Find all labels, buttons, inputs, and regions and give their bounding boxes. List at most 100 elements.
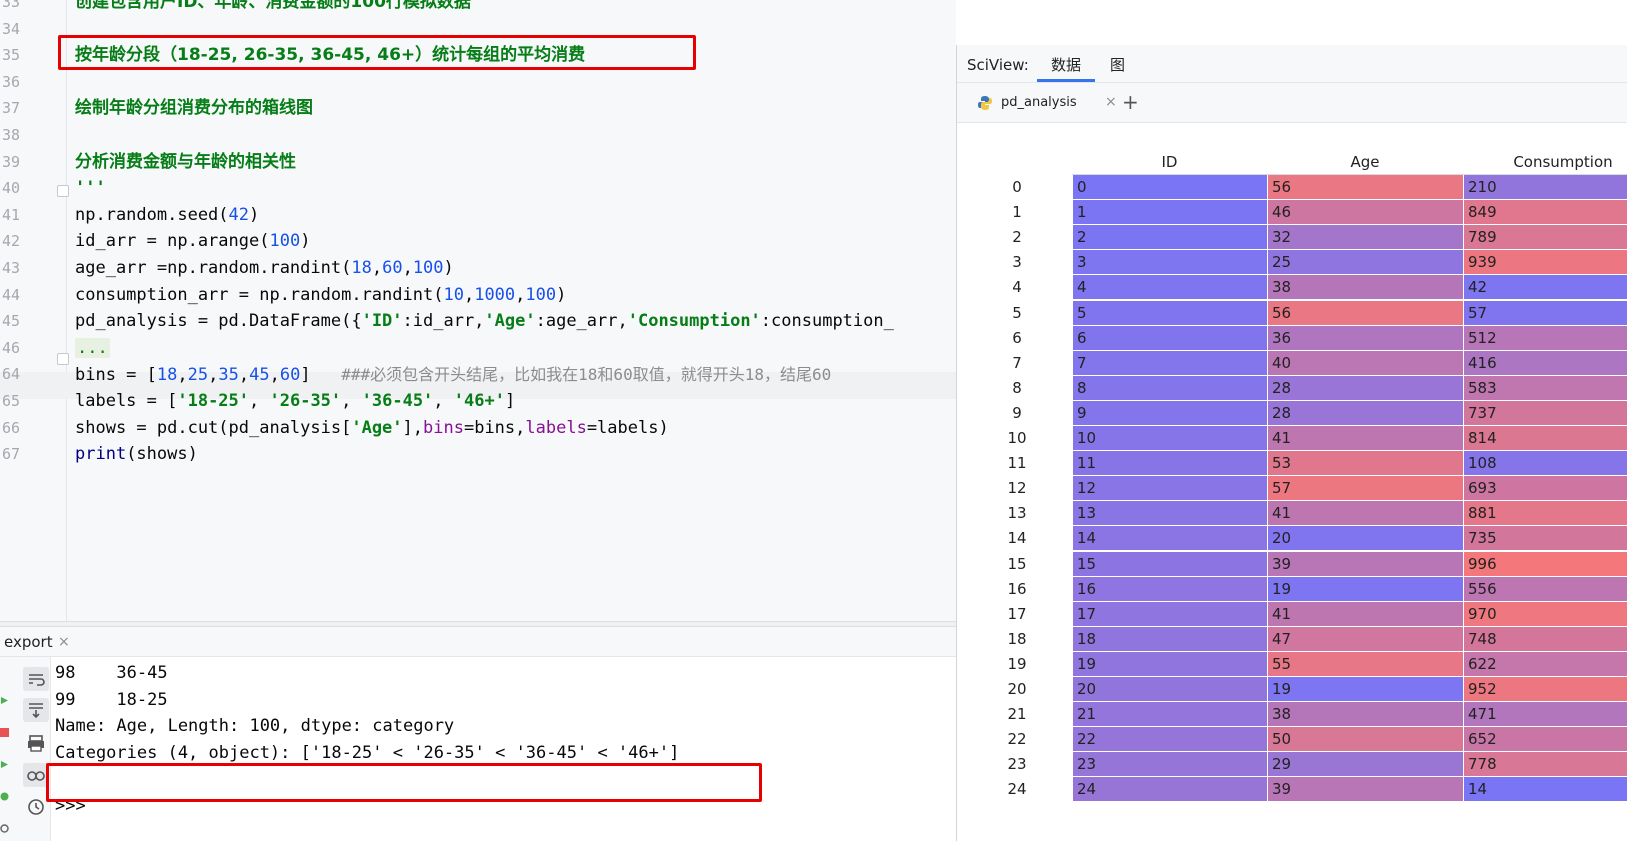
table-row[interactable]: 1 1 46 849 (987, 200, 1627, 225)
code-line[interactable]: 44 consumption_arr = np.random.randint(10… (0, 282, 956, 309)
table-cell-id[interactable]: 12 (1072, 476, 1267, 501)
table-cell-age[interactable]: 47 (1267, 626, 1463, 651)
table-row[interactable]: 7 7 40 416 (987, 350, 1627, 376)
rerun-icon[interactable] (0, 696, 9, 705)
table-cell-id[interactable]: 19 (1072, 651, 1267, 676)
close-icon[interactable]: × (58, 627, 70, 657)
table-cell-consumption[interactable]: 996 (1463, 551, 1627, 576)
table-cell-id[interactable]: 1 (1072, 200, 1267, 225)
code-editor[interactable]: 33 创建包含用户ID、年龄、消费金额的100行模拟数据 34 35 按年龄分段（18-… (0, 0, 956, 621)
table-cell-consumption[interactable]: 583 (1463, 375, 1627, 400)
table-row[interactable]: 17 17 41 970 (987, 601, 1627, 627)
table-cell-consumption[interactable]: 748 (1463, 626, 1627, 651)
code-line[interactable]: 42 id_arr = np.arange(100) (0, 228, 956, 255)
table-row[interactable]: 2 2 32 789 (987, 225, 1627, 250)
code-line[interactable]: 33 创建包含用户ID、年龄、消费金额的100行模拟数据 (0, 0, 956, 16)
table-cell-consumption[interactable]: 622 (1463, 651, 1627, 676)
table-cell-age[interactable]: 19 (1267, 576, 1463, 601)
code-line[interactable]: 65 labels = ['18-25', '26-35', '36-45', '… (0, 388, 956, 415)
table-row[interactable]: 0 0 56 210 (987, 175, 1627, 200)
table-cell-consumption[interactable]: 108 (1463, 451, 1627, 476)
column-header-id[interactable]: ID (1072, 149, 1267, 175)
table-row[interactable]: 23 23 29 778 (987, 752, 1627, 777)
table-cell-id[interactable]: 15 (1072, 551, 1267, 576)
table-cell-age[interactable]: 53 (1267, 451, 1463, 476)
table-row[interactable]: 19 19 55 622 (987, 651, 1627, 677)
table-cell-consumption[interactable]: 737 (1463, 400, 1627, 425)
table-cell-consumption[interactable]: 416 (1463, 350, 1627, 375)
code-line[interactable]: 43 age_arr =np.random.randint(18,60,100) (0, 255, 956, 282)
table-cell-age[interactable]: 25 (1267, 250, 1463, 275)
table-cell-age[interactable]: 41 (1267, 426, 1463, 450)
column-header-age[interactable]: Age (1267, 149, 1463, 175)
column-header-consumption[interactable]: Consumption (1463, 149, 1627, 175)
stop-icon[interactable] (0, 728, 9, 737)
table-cell-id[interactable]: 5 (1072, 300, 1267, 325)
table-cell-consumption[interactable]: 735 (1463, 526, 1627, 551)
table-cell-consumption[interactable]: 471 (1463, 702, 1627, 727)
table-cell-id[interactable]: 21 (1072, 702, 1267, 727)
table-cell-age[interactable]: 55 (1267, 651, 1463, 676)
table-cell-age[interactable]: 20 (1267, 526, 1463, 551)
table-cell-age[interactable]: 41 (1267, 501, 1463, 526)
table-cell-id[interactable]: 22 (1072, 727, 1267, 752)
table-cell-consumption[interactable]: 970 (1463, 601, 1627, 626)
table-cell-id[interactable]: 0 (1072, 175, 1267, 199)
table-cell-id[interactable]: 3 (1072, 250, 1267, 275)
table-row[interactable]: 4 4 38 42 (987, 275, 1627, 300)
code-line[interactable]: 36 (0, 69, 956, 96)
table-row[interactable]: 12 12 57 693 (987, 476, 1627, 501)
settings-icon[interactable] (0, 824, 9, 833)
table-cell-age[interactable]: 56 (1267, 300, 1463, 325)
table-cell-id[interactable]: 13 (1072, 501, 1267, 526)
table-cell-age[interactable]: 39 (1267, 551, 1463, 576)
table-row[interactable]: 14 14 20 735 (987, 526, 1627, 551)
table-row[interactable]: 16 16 19 556 (987, 576, 1627, 602)
table-row[interactable]: 13 13 41 881 (987, 501, 1627, 526)
table-row[interactable]: 18 18 47 748 (987, 626, 1627, 652)
table-cell-id[interactable]: 16 (1072, 576, 1267, 601)
table-cell-age[interactable]: 46 (1267, 200, 1463, 225)
table-cell-id[interactable]: 23 (1072, 752, 1267, 777)
table-cell-id[interactable]: 10 (1072, 426, 1267, 450)
code-line[interactable]: 45 pd_analysis = pd.DataFrame({'ID':id_ar… (0, 308, 956, 335)
code-line[interactable]: 37 绘制年龄分组消费分布的箱线图 (0, 95, 956, 122)
table-cell-id[interactable]: 9 (1072, 400, 1267, 425)
table-cell-age[interactable]: 40 (1267, 350, 1463, 375)
run-icon[interactable] (0, 760, 9, 769)
table-row[interactable]: 8 8 28 583 (987, 375, 1627, 401)
table-cell-age[interactable]: 28 (1267, 400, 1463, 425)
code-line[interactable]: 38 (0, 122, 956, 149)
code-line[interactable]: 40 ''' (0, 175, 956, 202)
table-cell-id[interactable]: 18 (1072, 626, 1267, 651)
table-cell-consumption[interactable]: 881 (1463, 501, 1627, 526)
table-cell-age[interactable]: 56 (1267, 175, 1463, 199)
table-cell-consumption[interactable]: 14 (1463, 777, 1627, 802)
table-cell-age[interactable]: 32 (1267, 225, 1463, 250)
debug-icon[interactable] (0, 792, 9, 801)
tab-plots[interactable]: 图 (1110, 45, 1125, 85)
table-cell-age[interactable]: 19 (1267, 677, 1463, 701)
table-cell-consumption[interactable]: 512 (1463, 325, 1627, 350)
table-cell-id[interactable]: 2 (1072, 225, 1267, 250)
table-row[interactable]: 6 6 36 512 (987, 325, 1627, 351)
table-row[interactable]: 5 5 56 57 (987, 300, 1627, 326)
table-cell-id[interactable]: 17 (1072, 601, 1267, 626)
table-row[interactable]: 10 10 41 814 (987, 426, 1627, 451)
table-cell-id[interactable]: 8 (1072, 375, 1267, 400)
table-cell-age[interactable]: 38 (1267, 702, 1463, 727)
table-row[interactable]: 20 20 19 952 (987, 677, 1627, 702)
table-cell-consumption[interactable]: 42 (1463, 275, 1627, 300)
table-cell-id[interactable]: 7 (1072, 350, 1267, 375)
soft-wrap-icon[interactable] (23, 667, 49, 691)
table-cell-consumption[interactable]: 57 (1463, 300, 1627, 325)
table-row[interactable]: 9 9 28 737 (987, 400, 1627, 426)
fold-marker-icon[interactable] (57, 185, 69, 197)
table-cell-age[interactable]: 28 (1267, 375, 1463, 400)
table-cell-id[interactable]: 6 (1072, 325, 1267, 350)
code-line[interactable]: 46... (0, 335, 956, 362)
table-row[interactable]: 22 22 50 652 (987, 727, 1627, 752)
table-cell-age[interactable]: 50 (1267, 727, 1463, 752)
table-cell-age[interactable]: 57 (1267, 476, 1463, 501)
scroll-to-end-icon[interactable] (23, 698, 49, 722)
